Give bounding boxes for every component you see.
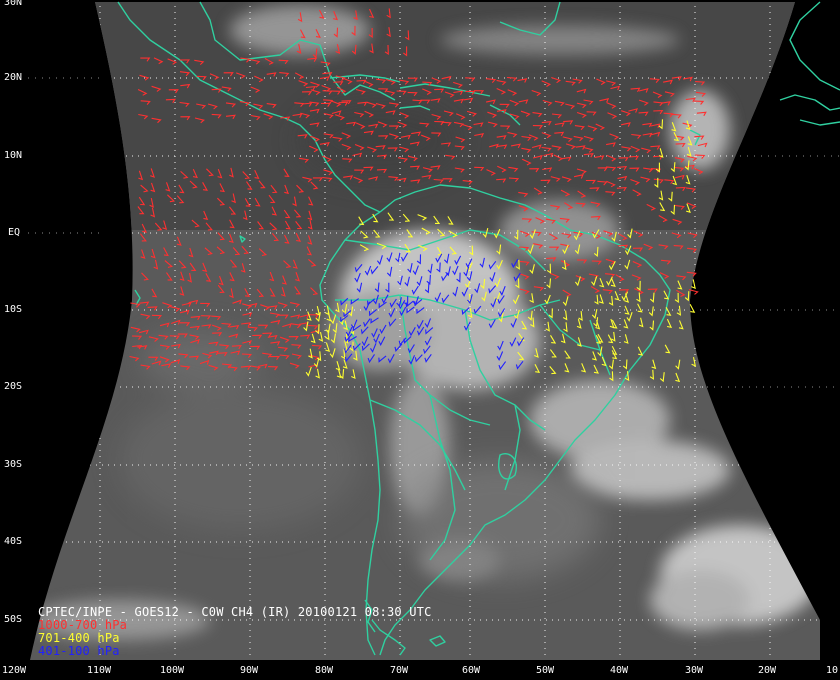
- lon-label-30w: 30W: [685, 665, 704, 676]
- lat-label-20n: 20N: [4, 72, 23, 83]
- lon-label-20w: 20W: [758, 665, 777, 676]
- lon-label-10w: 10: [826, 665, 839, 676]
- lat-label-40s: 40S: [4, 536, 23, 547]
- lat-label-20s: 20S: [4, 381, 23, 392]
- legend-low-level: 1000-700 hPa: [38, 618, 128, 632]
- lat-label-eq: EQ: [8, 227, 21, 238]
- lat-label-50s: 50S: [4, 614, 23, 625]
- lon-label-110w: 110W: [87, 665, 112, 676]
- lon-label-80w: 80W: [315, 665, 334, 676]
- lon-label-60w: 60W: [462, 665, 481, 676]
- lat-label-30n: 30N: [4, 0, 23, 8]
- lat-label-10s: 10S: [4, 304, 23, 315]
- lon-label-90w: 90W: [240, 665, 259, 676]
- lon-label-70w: 70W: [390, 665, 409, 676]
- lon-label-100w: 100W: [160, 665, 185, 676]
- satellite-map: [0, 0, 840, 680]
- lat-label-30s: 30S: [4, 459, 23, 470]
- lon-label-40w: 40W: [610, 665, 629, 676]
- lon-label-120w: 120W: [2, 665, 27, 676]
- lat-label-10n: 10N: [4, 150, 23, 161]
- lon-label-50w: 50W: [536, 665, 555, 676]
- legend-mid-level: 701-400 hPa: [38, 631, 120, 645]
- image-caption: CPTEC/INPE - GOES12 - C0W CH4 (IR) 20100…: [38, 605, 432, 619]
- legend-high-level: 401-100 hPa: [38, 644, 120, 658]
